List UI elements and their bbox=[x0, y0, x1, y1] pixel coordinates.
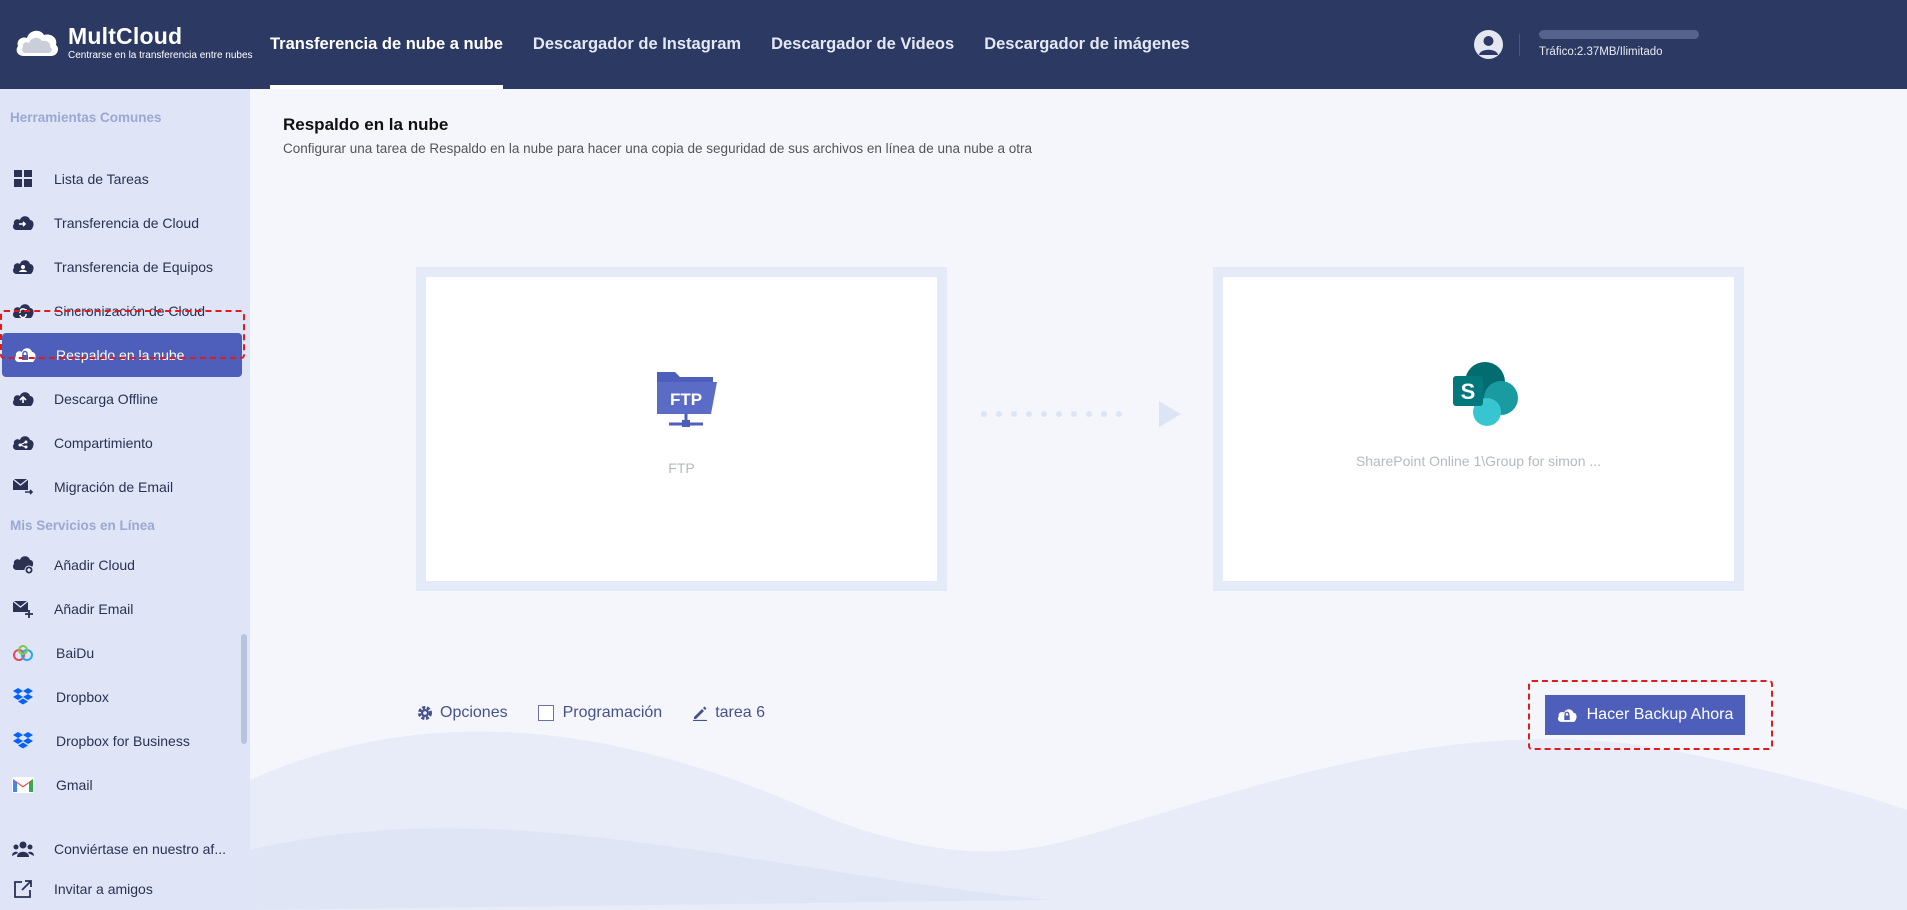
sidebar: Herramientas Comunes Lista de Tareas Tra… bbox=[0, 89, 250, 910]
nav-instagram-downloader[interactable]: Descargador de Instagram bbox=[533, 0, 741, 89]
sidebar-item-task-list[interactable]: Lista de Tareas bbox=[0, 157, 244, 201]
sidebar-item-affiliate[interactable]: Conviértase en nuestro af... bbox=[0, 827, 244, 871]
dropbox-icon bbox=[12, 686, 34, 708]
affiliate-icon bbox=[12, 838, 34, 860]
sidebar-item-offline-download[interactable]: Descarga Offline bbox=[0, 377, 244, 421]
section-my-services: Mis Servicios en Línea bbox=[10, 518, 155, 533]
sidebar-item-label: Transferencia de Equipos bbox=[54, 259, 214, 275]
gear-icon bbox=[417, 705, 433, 721]
baidu-icon bbox=[12, 642, 34, 664]
sidebar-item-cloud-transfer[interactable]: Transferencia de Cloud bbox=[0, 201, 244, 245]
sidebar-scrollbar[interactable] bbox=[241, 634, 247, 744]
sidebar-item-invite[interactable]: Invitar a amigos bbox=[0, 867, 244, 910]
traffic-bar bbox=[1539, 30, 1699, 39]
target-label: SharePoint Online 1\Group for simon ... bbox=[1355, 453, 1602, 469]
options-label: Opciones bbox=[440, 704, 508, 721]
sidebar-item-label: Conviértase en nuestro af... bbox=[54, 841, 226, 857]
invite-icon bbox=[12, 878, 34, 900]
sidebar-item-label: Dropbox for Business bbox=[56, 733, 190, 749]
sidebar-item-share[interactable]: Compartimiento bbox=[0, 421, 244, 465]
sidebar-item-dropbox[interactable]: Dropbox bbox=[0, 675, 244, 719]
sidebar-item-baidu[interactable]: BaiDu bbox=[0, 631, 244, 675]
task-name-edit[interactable]: tarea 6 bbox=[692, 704, 765, 722]
sidebar-item-label: Dropbox bbox=[56, 689, 109, 705]
top-header: MultCloud Centrarse en la transferencia … bbox=[0, 0, 1907, 89]
svg-text:FTP: FTP bbox=[670, 390, 702, 409]
sidebar-item-label: Descarga Offline bbox=[54, 391, 159, 407]
sidebar-item-team-transfer[interactable]: Transferencia de Equipos bbox=[0, 245, 244, 289]
logo[interactable]: MultCloud Centrarse en la transferencia … bbox=[14, 24, 253, 62]
sidebar-item-label: Gmail bbox=[56, 777, 93, 793]
team-transfer-icon bbox=[12, 256, 34, 278]
offline-download-icon bbox=[12, 388, 34, 410]
sidebar-item-label: Lista de Tareas bbox=[54, 171, 149, 187]
cloud-transfer-icon bbox=[12, 212, 34, 234]
source-card[interactable]: FTP FTP bbox=[416, 267, 947, 591]
sidebar-item-gmail[interactable]: Gmail bbox=[0, 763, 244, 807]
grid-icon bbox=[12, 168, 34, 190]
sidebar-item-email-migration[interactable]: Migración de Email bbox=[0, 465, 244, 509]
svg-text:S: S bbox=[1461, 379, 1476, 404]
gmail-icon bbox=[12, 774, 34, 796]
sidebar-item-label: Añadir Cloud bbox=[54, 557, 135, 573]
section-common-tools: Herramientas Comunes bbox=[10, 110, 162, 125]
source-label: FTP bbox=[668, 460, 695, 476]
edit-icon bbox=[692, 705, 708, 721]
sidebar-item-add-cloud[interactable]: Añadir Cloud bbox=[0, 543, 244, 587]
page-title: Respaldo en la nube bbox=[283, 115, 449, 134]
top-nav: Transferencia de nube a nube Descargador… bbox=[270, 0, 1220, 89]
checkbox-icon[interactable] bbox=[537, 705, 554, 721]
backup-highlight-box bbox=[1528, 680, 1773, 750]
sidebar-item-label: BaiDu bbox=[56, 645, 95, 661]
page-description: Configurar una tarea de Respaldo en la n… bbox=[283, 141, 1033, 156]
sidebar-item-label: Compartimiento bbox=[54, 435, 153, 451]
nav-image-downloader[interactable]: Descargador de imágenes bbox=[984, 0, 1189, 89]
sidebar-item-label: Invitar a amigos bbox=[54, 881, 153, 897]
options-button[interactable]: Opciones bbox=[417, 704, 508, 722]
target-card[interactable]: S SharePoint Online 1\Group for simon ..… bbox=[1213, 267, 1744, 591]
sidebar-highlight-box bbox=[0, 310, 245, 359]
arrow-right-icon bbox=[981, 401, 1181, 427]
sidebar-item-label: Migración de Email bbox=[54, 479, 174, 495]
email-migration-icon bbox=[12, 476, 34, 498]
add-cloud-icon bbox=[12, 554, 34, 576]
share-icon bbox=[12, 432, 34, 454]
sidebar-item-label: Añadir Email bbox=[54, 601, 134, 617]
logo-subtitle: Centrarse en la transferencia entre nube… bbox=[68, 50, 253, 61]
schedule-checkbox[interactable]: Programación bbox=[537, 704, 663, 722]
header-divider bbox=[1519, 34, 1520, 56]
user-avatar-icon[interactable] bbox=[1474, 30, 1503, 59]
nav-video-downloader[interactable]: Descargador de Videos bbox=[771, 0, 954, 89]
sidebar-item-label: Transferencia de Cloud bbox=[54, 215, 200, 231]
schedule-label: Programación bbox=[562, 704, 663, 721]
multcloud-logo-icon bbox=[16, 30, 59, 56]
task-options-bar: Opciones Programación tarea 6 bbox=[417, 704, 795, 722]
ftp-icon: FTP bbox=[655, 366, 719, 435]
sharepoint-icon: S bbox=[1451, 360, 1523, 437]
task-name: tarea 6 bbox=[715, 704, 766, 721]
dropbox-business-icon bbox=[12, 730, 34, 752]
sidebar-item-dropbox-business[interactable]: Dropbox for Business bbox=[0, 719, 244, 763]
add-email-icon bbox=[12, 598, 34, 620]
logo-title: MultCloud bbox=[68, 23, 183, 49]
sidebar-item-add-email[interactable]: Añadir Email bbox=[0, 587, 244, 631]
nav-cloud-transfer[interactable]: Transferencia de nube a nube bbox=[270, 0, 503, 89]
traffic-text: Tráfico:2.37MB/Ilimitado bbox=[1539, 46, 1663, 58]
